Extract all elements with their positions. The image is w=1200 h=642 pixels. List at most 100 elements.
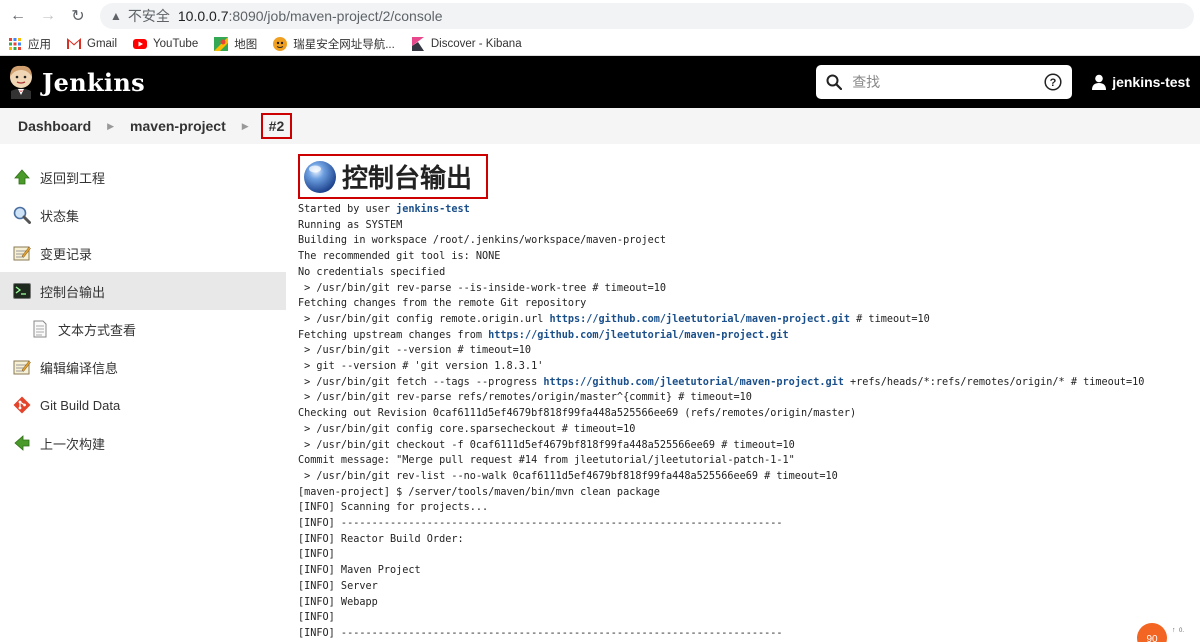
bookmark-maps[interactable]: 地图	[214, 36, 257, 52]
breadcrumb-project[interactable]: maven-project	[130, 118, 226, 134]
search-box[interactable]: 查找 ?	[816, 65, 1073, 99]
reload-icon[interactable]: ↻	[66, 4, 90, 28]
page-title: 控制台输出	[342, 163, 473, 193]
search-icon	[826, 74, 843, 90]
console-line: Checking out Revision 0caf6111d5ef4679bf…	[298, 408, 857, 420]
sidebar-item-label: 上一次构建	[40, 436, 106, 452]
repo-link[interactable]: https://github.com/jleetutorial/maven-pr…	[543, 377, 844, 388]
bookmark-rising[interactable]: 瑞星安全网址导航...	[273, 36, 395, 52]
jenkins-header: Jenkins 查找 ? jenkins-test	[0, 56, 1200, 108]
console-line: Building in workspace /root/.jenkins/wor…	[298, 235, 667, 247]
console-line: [INFO] Reactor Build Order:	[298, 533, 464, 545]
sidebar-item-label: 变更记录	[40, 246, 93, 262]
warning-triangle-icon: ▲	[110, 9, 122, 23]
chevron-right-icon[interactable]: ▶	[242, 121, 249, 132]
console-line: [INFO] Scanning for projects...	[298, 502, 489, 514]
sidebar-item-label: 编辑编译信息	[40, 360, 119, 376]
console-line: [maven-project] $ /server/tools/maven/bi…	[298, 486, 660, 498]
floating-speed-widget[interactable]: 90 ↑ 0.	[1136, 618, 1192, 642]
console-line: > /usr/bin/git fetch --tags --progress h…	[298, 376, 1145, 388]
console-line: > /usr/bin/git config remote.origin.url …	[298, 313, 930, 325]
sidebar-item-label: 控制台输出	[40, 284, 106, 300]
browser-toolbar: ← → ↻ ▲ 不安全 10.0.0.7:8090/job/maven-proj…	[0, 0, 1200, 32]
address-bar[interactable]: ▲ 不安全 10.0.0.7:8090/job/maven-project/2/…	[100, 3, 1194, 29]
console-line: [INFO] ---------------------------------…	[298, 627, 783, 639]
repo-link[interactable]: https://github.com/jleetutorial/maven-pr…	[549, 314, 850, 325]
bookmark-apps[interactable]: 应用	[8, 36, 51, 52]
sidebar-item-back-to-project[interactable]: 返回到工程	[0, 158, 286, 196]
apps-grid-icon	[8, 37, 22, 51]
username: jenkins-test	[1112, 74, 1190, 90]
user-menu[interactable]: jenkins-test	[1092, 74, 1190, 90]
console-line: Started by user jenkins-test	[298, 204, 470, 215]
main-area: 返回到工程 状态集 变更记录 控制台输出 文本方式查看 编辑编译信息 Git B…	[0, 144, 1200, 642]
console-line: > /usr/bin/git rev-parse --is-inside-wor…	[298, 282, 667, 294]
bookmark-label: Discover - Kibana	[430, 37, 522, 50]
svg-text:?: ?	[1050, 77, 1057, 89]
svg-text:0.: 0.	[1179, 628, 1184, 634]
bookmark-gmail[interactable]: Gmail	[67, 37, 117, 51]
user-link[interactable]: jenkins-test	[396, 204, 470, 215]
sidebar-item-label: 文本方式查看	[58, 322, 137, 338]
sidebar-item-previous-build[interactable]: 上一次构建	[0, 424, 286, 462]
url-host: 10.0.0.7	[177, 8, 229, 24]
sidebar-item-status[interactable]: 状态集	[0, 196, 286, 234]
terminal-icon	[12, 281, 32, 301]
console-title-box: 控制台输出	[298, 154, 489, 199]
sidebar-item-label: 返回到工程	[40, 170, 106, 186]
console-line: Fetching upstream changes from https://g…	[298, 329, 789, 341]
console-line: > git --version # 'git version 1.8.3.1'	[298, 361, 544, 373]
chevron-right-icon[interactable]: ▶	[107, 121, 114, 132]
user-icon	[1092, 74, 1107, 90]
bookmark-label: 应用	[28, 38, 51, 51]
forward-arrow-icon[interactable]: →	[36, 4, 60, 28]
console-line: No credentials specified	[298, 266, 446, 278]
bookmarks-bar: 应用 Gmail YouTube 地图 瑞星安全网址导航... Discover…	[0, 32, 1200, 56]
bookmark-label: Gmail	[87, 37, 118, 50]
console-line: [INFO] ---------------------------------…	[298, 518, 783, 530]
sidebar-item-changes[interactable]: 变更记录	[0, 234, 286, 272]
sidebar-item-plain-text[interactable]: 文本方式查看	[0, 310, 286, 348]
console-line: Commit message: "Merge pull request #14 …	[298, 455, 795, 467]
console-line: > /usr/bin/git rev-list --no-walk 0caf61…	[298, 470, 838, 482]
breadcrumb-dashboard[interactable]: Dashboard	[18, 118, 91, 134]
bookmark-label: 瑞星安全网址导航...	[293, 38, 395, 51]
git-icon	[12, 395, 32, 415]
sidebar-item-console-output[interactable]: 控制台输出	[0, 272, 286, 310]
jenkins-logo[interactable]: Jenkins	[8, 65, 145, 99]
console-line: > /usr/bin/git --version # timeout=10	[298, 345, 532, 357]
console-line: Fetching changes from the remote Git rep…	[298, 298, 587, 310]
back-arrow-icon[interactable]: ←	[6, 4, 30, 28]
help-icon[interactable]: ?	[1044, 73, 1062, 91]
console-content: 控制台输出 Started by user jenkins-test Runnin…	[286, 144, 1200, 642]
url-path: :8090/job/maven-project/2/console	[228, 8, 443, 24]
widget-value: 90	[1146, 634, 1158, 642]
jenkins-butler-icon	[10, 65, 32, 99]
console-line: [INFO] Maven Project	[298, 565, 421, 577]
search-input[interactable]: 查找	[852, 72, 1044, 92]
console-line: The recommended git tool is: NONE	[298, 251, 501, 263]
sidebar-item-git-build-data[interactable]: Git Build Data	[0, 386, 286, 424]
magnifier-icon	[12, 205, 32, 225]
console-line: Running as SYSTEM	[298, 219, 403, 231]
sidebar-item-label: 状态集	[40, 208, 80, 224]
youtube-icon	[133, 37, 148, 51]
globe-icon	[304, 160, 336, 193]
bookmark-youtube[interactable]: YouTube	[133, 37, 198, 51]
jenkins-brand: Jenkins	[42, 67, 145, 97]
sidebar-item-edit-build-info[interactable]: 编辑编译信息	[0, 348, 286, 386]
console-line: [INFO] Webapp	[298, 596, 378, 608]
insecure-label: 不安全	[127, 8, 170, 24]
bookmark-kibana[interactable]: Discover - Kibana	[411, 36, 522, 51]
up-arrow-icon	[12, 167, 32, 187]
svg-text:↑: ↑	[1172, 627, 1176, 634]
repo-link[interactable]: https://github.com/jleetutorial/maven-pr…	[488, 330, 789, 341]
console-log: Started by user jenkins-test Running as S…	[298, 202, 1200, 642]
console-line: > /usr/bin/git rev-parse refs/remotes/or…	[298, 392, 752, 404]
sidebar: 返回到工程 状态集 变更记录 控制台输出 文本方式查看 编辑编译信息 Git B…	[0, 144, 286, 642]
notepad-edit-icon	[12, 357, 32, 377]
kibana-icon	[411, 36, 425, 51]
console-line: > /usr/bin/git config core.sparsecheckou…	[298, 423, 636, 435]
breadcrumb-build[interactable]: #2	[260, 113, 293, 139]
console-line: [INFO]	[298, 612, 335, 624]
